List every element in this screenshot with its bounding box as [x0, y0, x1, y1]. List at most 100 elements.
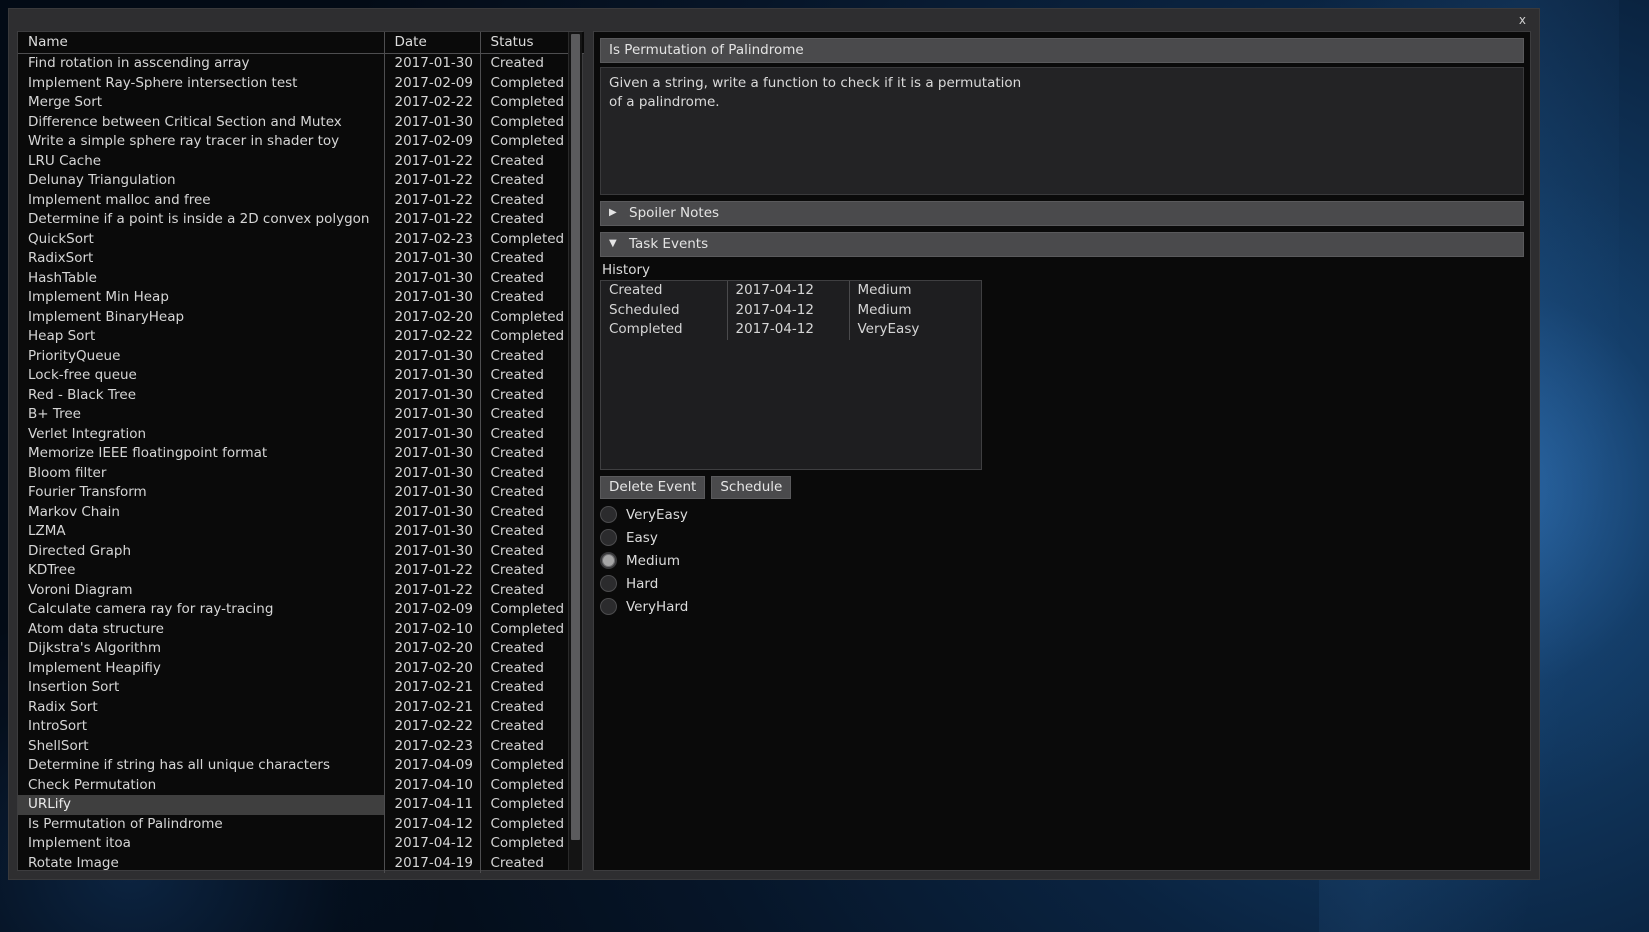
difficulty-option-easy[interactable]: Easy: [600, 529, 1524, 546]
cell-name: PriorityQueue: [28, 347, 121, 364]
table-row[interactable]: Is Permutation of Palindrome 2017-04-12 Co…: [18, 814, 584, 834]
table-row[interactable]: Bloom filter 2017-01-30 Created: [18, 463, 584, 483]
cell-date: 2017-02-20: [383, 658, 480, 678]
task-title-field[interactable]: Is Permutation of Palindrome: [600, 38, 1524, 63]
table-row[interactable]: Implement malloc and free 2017-01-22 Creat…: [18, 190, 584, 210]
table-row[interactable]: IntroSort 2017-02-22 Created: [18, 717, 584, 737]
table-row[interactable]: LZMA 2017-01-30 Created: [18, 522, 584, 542]
table-row[interactable]: Heap Sort 2017-02-22 Completed: [18, 327, 584, 347]
cell-name: Is Permutation of Palindrome: [28, 815, 223, 832]
table-row[interactable]: Markov Chain 2017-01-30 Created: [18, 502, 584, 522]
task-events-section-header[interactable]: ▼ Task Events: [600, 232, 1524, 257]
table-row[interactable]: Red - Black Tree 2017-01-30 Created: [18, 385, 584, 405]
task-list-scrollbar[interactable]: [568, 32, 582, 870]
cell-name: Dijkstra's Algorithm: [28, 640, 162, 656]
radio-icon[interactable]: [600, 598, 617, 615]
task-description-field[interactable]: Given a string, write a function to chec…: [600, 67, 1524, 195]
cell-date: 2017-02-23: [383, 229, 480, 249]
task-list-scroll-thumb[interactable]: [571, 34, 580, 840]
cell-name: Insertion Sort: [28, 679, 120, 695]
table-row[interactable]: Rotate Image 2017-04-19 Created: [18, 853, 584, 873]
task-events-label: Task Events: [629, 236, 709, 252]
cell-date: 2017-01-22: [383, 580, 480, 600]
history-row[interactable]: Scheduled 2017-04-12 Medium: [601, 300, 981, 320]
cell-name: Directed Graph: [28, 542, 131, 559]
difficulty-option-medium[interactable]: Medium: [600, 552, 1524, 569]
table-row[interactable]: HashTable 2017-01-30 Created: [18, 268, 584, 288]
table-row[interactable]: Dijkstra's Algorithm 2017-02-20 Created: [18, 639, 584, 659]
table-row[interactable]: ShellSort 2017-02-23 Created: [18, 736, 584, 756]
cell-date: 2017-04-19: [383, 853, 480, 873]
column-header-name[interactable]: Name: [18, 32, 384, 54]
cell-date: 2017-04-12: [383, 814, 480, 834]
difficulty-option-label: Medium: [626, 552, 680, 569]
cell-name: IntroSort: [28, 718, 88, 734]
cell-name: KDTree: [28, 562, 76, 578]
difficulty-option-hard[interactable]: Hard: [600, 575, 1524, 592]
table-row[interactable]: Write a simple sphere ray tracer in shad…: [18, 132, 584, 152]
cell-date: 2017-01-22: [383, 151, 480, 171]
radio-icon[interactable]: [600, 506, 617, 523]
radio-icon[interactable]: [600, 552, 617, 569]
table-row[interactable]: Delunay Triangulation 2017-01-22 Created: [18, 171, 584, 191]
table-row[interactable]: Difference between Critical Section and …: [18, 112, 584, 132]
history-row[interactable]: Completed 2017-04-12 VeryEasy: [601, 320, 981, 340]
table-row[interactable]: Find rotation in asscending array 2017-01…: [18, 53, 584, 74]
table-row[interactable]: URLify 2017-04-11 Completed: [18, 795, 584, 815]
history-cell-difficulty: Medium: [848, 300, 981, 320]
cell-name: Verlet Integration: [28, 425, 147, 442]
history-list[interactable]: Created 2017-04-12 Medium Scheduled 2017-04-…: [600, 280, 982, 470]
table-row[interactable]: Voroni Diagram 2017-01-22 Created: [18, 580, 584, 600]
cell-date: 2017-04-09: [383, 756, 480, 776]
difficulty-option-veryhard[interactable]: VeryHard: [600, 598, 1524, 615]
history-row[interactable]: Created 2017-04-12 Medium: [601, 281, 981, 301]
table-row[interactable]: Lock-free queue 2017-01-30 Created: [18, 366, 584, 386]
difficulty-option-veryeasy[interactable]: VeryEasy: [600, 506, 1524, 523]
table-row[interactable]: B+ Tree 2017-01-30 Created: [18, 405, 584, 425]
table-row[interactable]: Memorize IEEE floatingpoint format 2017-0…: [18, 444, 584, 464]
table-row[interactable]: Determine if a point is inside a 2D conv…: [18, 210, 584, 230]
table-row[interactable]: Directed Graph 2017-01-30 Created: [18, 541, 584, 561]
schedule-button[interactable]: Schedule: [711, 476, 792, 499]
spoiler-notes-section-header[interactable]: ▶ Spoiler Notes: [600, 201, 1524, 226]
history-cell-type: Created: [609, 282, 663, 298]
table-row[interactable]: QuickSort 2017-02-23 Completed: [18, 229, 584, 249]
table-row[interactable]: Implement BinaryHeap 2017-02-20 Completed: [18, 307, 584, 327]
radio-icon[interactable]: [600, 529, 617, 546]
cell-date: 2017-01-30: [383, 463, 480, 483]
table-row[interactable]: Calculate camera ray for ray-tracing 2017…: [18, 600, 584, 620]
cell-date: 2017-01-30: [383, 424, 480, 444]
delete-event-button[interactable]: Delete Event: [600, 476, 706, 499]
table-row[interactable]: Implement Min Heap 2017-01-30 Created: [18, 288, 584, 308]
cell-date: 2017-01-30: [383, 522, 480, 542]
history-label: History: [602, 262, 651, 278]
table-row[interactable]: Determine if string has all unique chara…: [18, 756, 584, 776]
cell-date: 2017-02-22: [383, 717, 480, 737]
cell-name: Check Permutation: [28, 776, 157, 793]
cell-name: Rotate Image: [28, 854, 119, 871]
table-row[interactable]: KDTree 2017-01-22 Created: [18, 561, 584, 581]
history-cell-date: 2017-04-12: [726, 320, 849, 340]
column-header-date[interactable]: Date: [383, 32, 480, 54]
radio-icon[interactable]: [600, 575, 617, 592]
cell-name: Atom data structure: [28, 620, 164, 637]
table-row[interactable]: Implement itoa 2017-04-12 Completed: [18, 834, 584, 854]
cell-name: B+ Tree: [28, 406, 81, 422]
close-icon[interactable]: x: [1514, 12, 1531, 28]
table-row[interactable]: PriorityQueue 2017-01-30 Created: [18, 346, 584, 366]
table-row[interactable]: LRU Cache 2017-01-22 Created: [18, 151, 584, 171]
table-row[interactable]: Implement Ray-Sphere intersection test 20…: [18, 73, 584, 93]
cell-date: 2017-01-30: [383, 405, 480, 425]
table-row[interactable]: Insertion Sort 2017-02-21 Created: [18, 678, 584, 698]
cell-date: 2017-02-21: [383, 697, 480, 717]
table-row[interactable]: Fourier Transform 2017-01-30 Created: [18, 483, 584, 503]
table-row[interactable]: RadixSort 2017-01-30 Created: [18, 249, 584, 269]
table-row[interactable]: Merge Sort 2017-02-22 Completed: [18, 93, 584, 113]
table-row[interactable]: Check Permutation 2017-04-10 Completed: [18, 775, 584, 795]
difficulty-option-label: Easy: [626, 529, 658, 546]
table-row[interactable]: Radix Sort 2017-02-21 Created: [18, 697, 584, 717]
cell-name: QuickSort: [28, 230, 94, 247]
table-row[interactable]: Verlet Integration 2017-01-30 Created: [18, 424, 584, 444]
table-row[interactable]: Implement Heapifiy 2017-02-20 Created: [18, 658, 584, 678]
table-row[interactable]: Atom data structure 2017-02-10 Completed: [18, 619, 584, 639]
